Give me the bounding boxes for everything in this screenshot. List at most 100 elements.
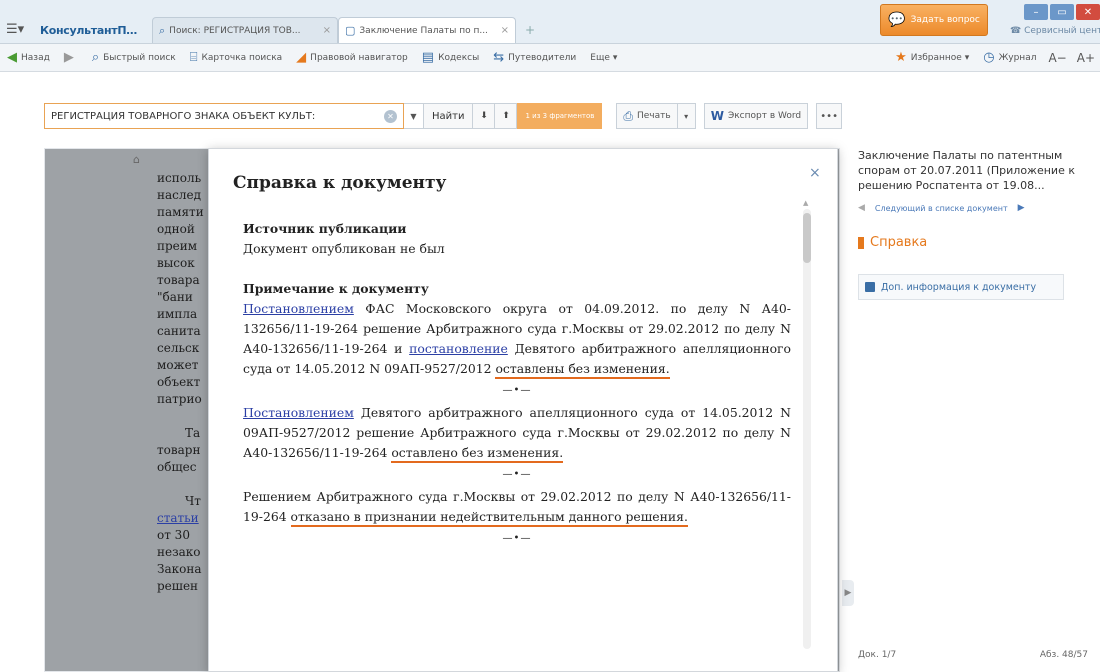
book-icon: ▤ <box>421 50 435 65</box>
dialog-close-icon[interactable]: × <box>809 165 821 181</box>
ask-question-button[interactable]: 💬 Задать вопрос <box>880 4 988 36</box>
export-word-button[interactable]: W Экспорт в Word <box>703 103 809 129</box>
search-query-input[interactable]: РЕГИСТРАЦИЯ ТОВАРНОГО ЗНАКА ОБЪЕКТ КУЛЬТ… <box>44 103 404 129</box>
spravka-icon <box>858 236 864 249</box>
clear-query-icon[interactable]: ✕ <box>384 109 397 123</box>
tab-search-label: Поиск: РЕГИСТРАЦИЯ ТОВ... <box>169 25 301 36</box>
toolbar-right-group: ★ Избранное ▾ ◷ Журнал A− A+ <box>888 50 1100 65</box>
bookmark-icon: ⌂ <box>133 153 140 166</box>
document-info-dialog: Справка к документу × Источник публикаци… <box>208 148 838 672</box>
word-icon: W <box>710 109 724 123</box>
star-icon: ★ <box>895 50 907 65</box>
brand-logo: КонсультантПлюс <box>34 17 150 43</box>
service-center-link[interactable]: ☎ Сервисный центр <box>1010 26 1100 36</box>
source-text: Документ опубликован не был <box>243 241 445 256</box>
ask-question-label: Задать вопрос <box>910 15 980 25</box>
export-word-label: Экспорт в Word <box>727 111 802 121</box>
guides-button[interactable]: ⇆ Путеводители <box>486 50 583 65</box>
find-button[interactable]: Найти <box>424 103 474 129</box>
print-label: Печать <box>637 111 671 121</box>
new-tab-button[interactable]: + <box>518 17 542 43</box>
paragraph-counter: Абз. 48/57 <box>1039 650 1088 660</box>
query-dropdown-icon[interactable]: ▼ <box>404 103 424 129</box>
prev-fragment-icon[interactable]: ⬆ <box>495 103 518 129</box>
search-row: РЕГИСТРАЦИЯ ТОВАРНОГО ЗНАКА ОБЪЕКТ КУЛЬТ… <box>44 103 843 129</box>
search-card-label: Карточка поиска <box>201 52 283 63</box>
maximize-icon[interactable]: ▭ <box>1050 4 1074 20</box>
next-document-icon[interactable]: ▶ <box>1018 203 1025 213</box>
back-label: Назад <box>21 52 50 63</box>
source-heading: Источник публикации <box>243 221 407 236</box>
next-document-nav: ◀ Следующий в списке документ ▶ <box>858 203 1088 213</box>
minimize-icon[interactable]: – <box>1024 4 1048 20</box>
font-larger-button[interactable]: A+ <box>1072 51 1100 65</box>
history-icon: ◷ <box>983 50 995 65</box>
section-divider <box>243 379 791 403</box>
scroll-up-icon[interactable]: ▲ <box>803 199 808 207</box>
note-1-link-1[interactable]: Постановлением <box>243 301 354 316</box>
note-3-highlight: отказано в признании недействительным да… <box>290 509 688 527</box>
additional-info-label: Доп. информация к документу <box>881 281 1037 293</box>
favorites-label: Избранное ▾ <box>910 52 970 63</box>
print-dropdown-icon[interactable]: ▾ <box>677 103 696 129</box>
right-panel-toggle-icon[interactable]: ▶ <box>842 580 854 606</box>
dialog-title: Справка к документу <box>233 173 447 193</box>
status-footer: Док. 1/7 Абз. 48/57 <box>858 650 1088 660</box>
note-paragraph-1: Постановлением ФАС Московского округа от… <box>243 299 791 379</box>
codes-button[interactable]: ▤ Кодексы <box>415 50 486 65</box>
note-1-link-2[interactable]: постановление <box>409 341 508 356</box>
note-paragraph-3: Решением Арбитражного суда г.Москвы от 2… <box>243 487 791 527</box>
tab-document-label: Заключение Палаты по п... <box>359 25 488 36</box>
back-button[interactable]: ◀ Назад <box>0 50 57 65</box>
search-query-text: РЕГИСТРАЦИЯ ТОВАРНОГО ЗНАКА ОБЪЕКТ КУЛЬТ… <box>51 110 316 122</box>
next-document-link[interactable]: Следующий в списке документ <box>875 204 1008 213</box>
find-label: Найти <box>432 110 465 122</box>
main-menu-icon[interactable]: ☰▾ <box>6 22 24 37</box>
scrollbar-track <box>803 209 811 649</box>
next-fragment-icon[interactable]: ⬇ <box>473 103 496 129</box>
document-counter: Док. 1/7 <box>858 650 897 660</box>
forward-button[interactable]: ▶ <box>57 50 85 65</box>
main-toolbar: ◀ Назад ▶ ⌕ Быстрый поиск ⌸ Карточка пои… <box>0 44 1100 72</box>
codes-label: Кодексы <box>438 52 480 63</box>
quick-search-button[interactable]: ⌕ Быстрый поиск <box>85 50 183 65</box>
prev-document-icon[interactable]: ◀ <box>858 203 865 213</box>
tab-document[interactable]: ▢ Заключение Палаты по п... × <box>338 17 516 43</box>
chat-bubble-icon: 💬 <box>888 12 906 28</box>
dialog-scrollbar[interactable]: ▲ <box>801 199 813 659</box>
dialog-body: Источник публикации Документ опубликован… <box>243 219 791 551</box>
section-divider <box>243 463 791 487</box>
signpost-icon: ⇆ <box>493 50 505 65</box>
guides-label: Путеводители <box>508 52 577 63</box>
journal-button[interactable]: ◷ Журнал <box>976 50 1043 65</box>
section-divider <box>243 527 791 551</box>
brand-name: КонсультантПлюс <box>40 23 144 37</box>
fragments-counter: 1 из 3 фрагментов <box>517 103 603 129</box>
current-document-title[interactable]: Заключение Палаты по патентным спорам от… <box>858 148 1088 193</box>
note-heading: Примечание к документу <box>243 281 429 296</box>
close-window-icon[interactable]: ✕ <box>1076 4 1100 20</box>
more-menu-button[interactable]: Еще ▾ <box>583 53 624 63</box>
spravka-link[interactable]: Справка <box>858 235 1088 250</box>
font-smaller-button[interactable]: A− <box>1043 51 1071 65</box>
more-actions-button[interactable]: ••• <box>816 103 843 129</box>
more-menu-label: Еще ▾ <box>590 52 618 63</box>
additional-info-button[interactable]: Доп. информация к документу <box>858 274 1064 300</box>
legal-navigator-button[interactable]: ◢ Правовой навигатор <box>289 50 415 65</box>
scrollbar-thumb[interactable] <box>803 213 811 263</box>
tab-search-close-icon[interactable]: × <box>323 25 331 36</box>
note-2-link-1[interactable]: Постановлением <box>243 405 354 420</box>
favorites-button[interactable]: ★ Избранное ▾ <box>888 50 976 65</box>
search-card-icon: ⌸ <box>189 50 198 65</box>
back-arrow-icon: ◀ <box>7 50 17 65</box>
print-button[interactable]: ⎙ Печать <box>616 103 678 129</box>
quick-search-label: Быстрый поиск <box>103 52 176 63</box>
search-card-button[interactable]: ⌸ Карточка поиска <box>183 50 289 65</box>
journal-label: Журнал <box>998 52 1037 63</box>
search-icon: ⌕ <box>91 50 100 65</box>
tab-search[interactable]: ⌕ Поиск: РЕГИСТРАЦИЯ ТОВ... × <box>152 17 338 43</box>
forward-arrow-icon: ▶ <box>63 50 74 65</box>
search-icon: ⌕ <box>159 23 166 37</box>
tab-document-close-icon[interactable]: × <box>501 25 509 36</box>
note-1-highlight: оставлены без изменения. <box>495 361 670 379</box>
